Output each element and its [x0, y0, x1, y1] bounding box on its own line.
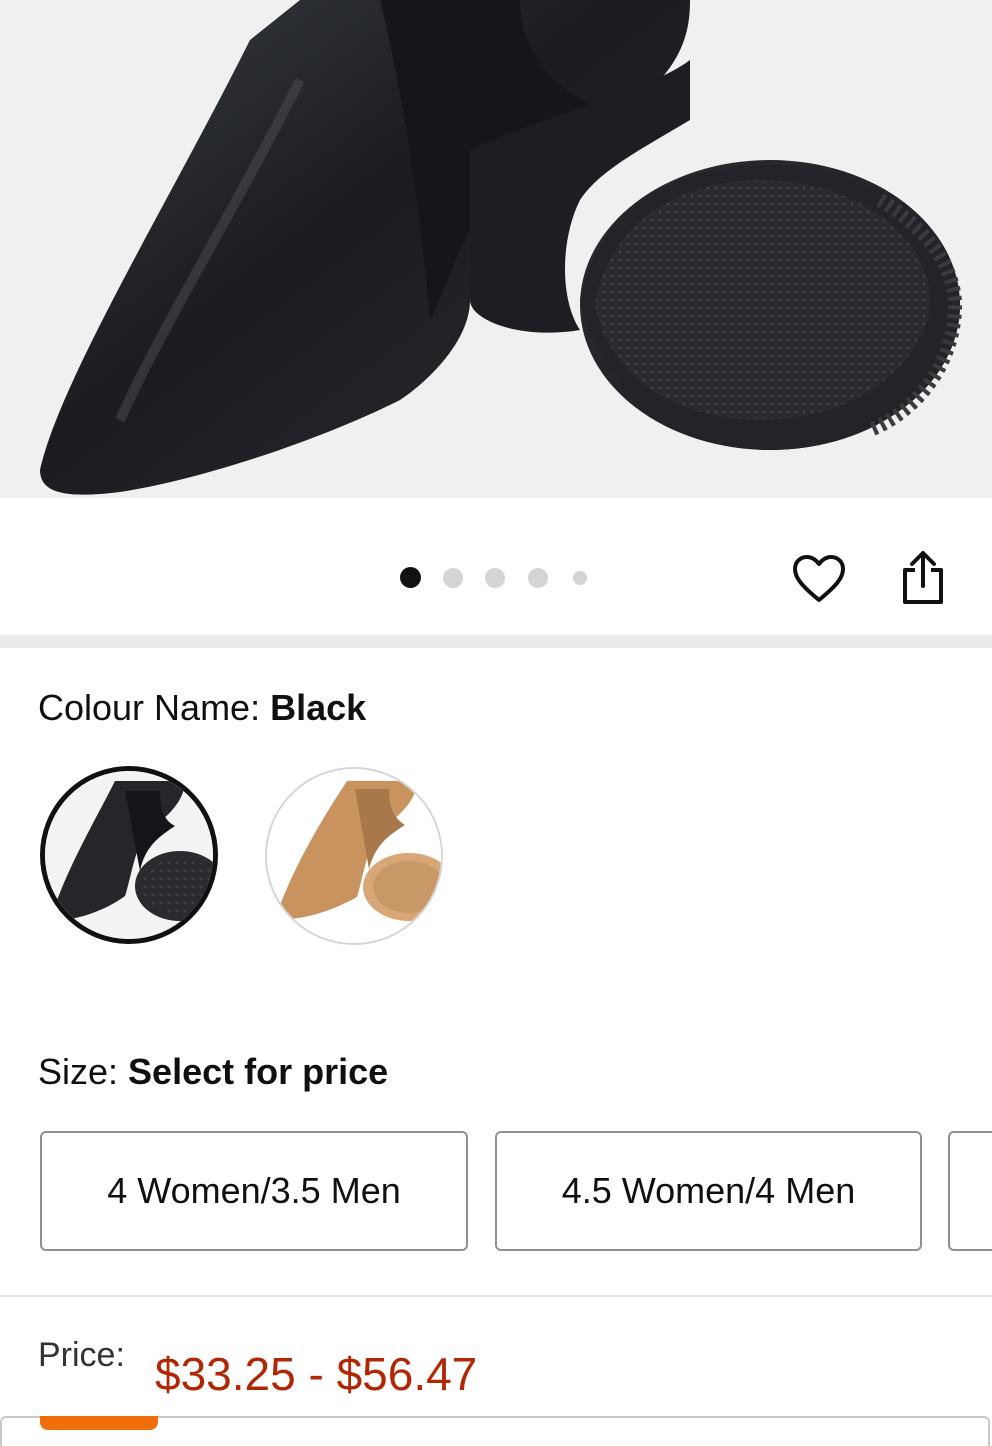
product-image[interactable] — [0, 0, 992, 498]
share-icon — [903, 551, 943, 604]
size-selected-value: Select for price — [128, 1051, 389, 1092]
carousel-dot-active[interactable] — [400, 567, 421, 588]
size-option-label: 4.5 Women/4 Men — [561, 1170, 856, 1211]
carousel-dot[interactable] — [528, 568, 548, 588]
section-divider — [0, 635, 992, 648]
size-label-prefix: Size: — [38, 1051, 129, 1092]
colour-swatch-black-image — [45, 771, 213, 939]
colour-swatch-black[interactable] — [40, 766, 218, 944]
colour-swatch-tan-image — [267, 769, 441, 943]
carousel-dot[interactable] — [485, 568, 505, 588]
size-label: Size: Select for price — [38, 1050, 388, 1094]
carousel-dot[interactable] — [573, 571, 587, 585]
colour-swatch-tan[interactable] — [265, 767, 443, 945]
size-option-button-partial[interactable] — [948, 1131, 992, 1251]
heart-outline-icon — [793, 555, 845, 602]
size-option-button[interactable]: 4.5 Women/4 Men — [495, 1131, 922, 1251]
wishlist-button[interactable] — [790, 550, 848, 608]
promo-badge — [40, 1416, 158, 1430]
product-image-shoes — [0, 0, 992, 498]
price-range: $33.25 - $56.47 — [155, 1348, 478, 1400]
share-button[interactable] — [895, 548, 951, 608]
colour-selected-value: Black — [270, 687, 367, 728]
carousel-dot[interactable] — [443, 568, 463, 588]
colour-label-prefix: Colour Name: — [38, 687, 271, 728]
size-option-button[interactable]: 4 Women/3.5 Men — [40, 1131, 468, 1251]
section-separator — [0, 1295, 992, 1297]
size-option-label: 4 Women/3.5 Men — [107, 1170, 401, 1211]
price-label: Price: — [38, 1336, 125, 1374]
colour-name-label: Colour Name: Black — [38, 686, 366, 730]
